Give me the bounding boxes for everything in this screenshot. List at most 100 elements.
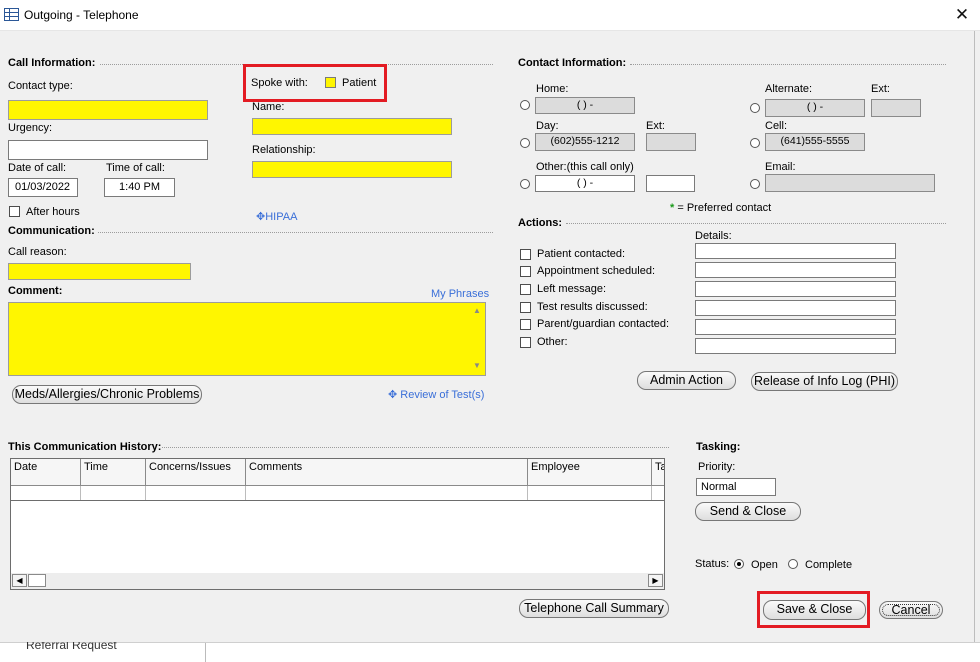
- name-field[interactable]: [252, 118, 452, 135]
- comment-scrollbar[interactable]: ▲ ▼: [470, 303, 485, 375]
- my-phrases-link[interactable]: My Phrases: [431, 288, 489, 300]
- other-action-label: Other:: [537, 336, 568, 348]
- scroll-down-icon[interactable]: ▼: [473, 361, 481, 370]
- alternate-ext-field[interactable]: [871, 99, 921, 117]
- appointment-scheduled-details[interactable]: [695, 262, 896, 278]
- parent-guardian-checkbox[interactable]: [520, 319, 531, 330]
- time-of-call-field[interactable]: 1:40 PM: [104, 178, 175, 197]
- column-header-date[interactable]: Date: [11, 459, 81, 486]
- column-header-task[interactable]: Ta: [652, 459, 664, 486]
- patient-checkbox[interactable]: [325, 77, 336, 88]
- other-action-details[interactable]: [695, 338, 896, 354]
- urgency-label: Urgency:: [8, 122, 53, 134]
- time-of-call-label: Time of call:: [106, 162, 165, 174]
- day-preferred-radio[interactable]: [520, 138, 530, 148]
- communication-separator: [98, 232, 493, 233]
- alternate-ext-label: Ext:: [871, 83, 890, 95]
- send-and-close-button[interactable]: Send & Close: [695, 502, 801, 521]
- tasking-heading: Tasking:: [696, 441, 741, 453]
- other-phone-field[interactable]: ( ) -: [535, 175, 635, 192]
- comment-textarea[interactable]: [8, 302, 486, 376]
- details-label: Details:: [695, 230, 732, 242]
- other-label-text: Other:: [536, 161, 567, 173]
- other-ext-field[interactable]: [646, 175, 695, 192]
- contact-info-separator: [630, 64, 946, 65]
- call-reason-label: Call reason:: [8, 246, 67, 258]
- call-info-heading: Call Information:: [8, 57, 96, 69]
- alternate-phone-field[interactable]: ( ) -: [765, 99, 865, 117]
- actions-heading: Actions:: [518, 217, 562, 229]
- column-header-comments[interactable]: Comments: [246, 459, 528, 486]
- scroll-right-icon[interactable]: ▶: [648, 574, 663, 587]
- status-open-label: Open: [751, 559, 778, 571]
- actions-separator: [566, 223, 946, 224]
- background-divider: [205, 643, 206, 662]
- comment-label: Comment:: [8, 285, 63, 297]
- relationship-label: Relationship:: [252, 144, 316, 156]
- close-icon[interactable]: ✕: [950, 4, 974, 26]
- cell-phone-field[interactable]: (641)555-5555: [765, 133, 865, 151]
- table-cell: [81, 486, 146, 500]
- diamond-icon: ✥: [388, 389, 398, 401]
- scroll-up-icon[interactable]: ▲: [473, 306, 481, 315]
- home-label: Home:: [536, 83, 569, 95]
- alternate-preferred-radio[interactable]: [750, 103, 760, 113]
- window-icon: [4, 8, 19, 21]
- history-grid[interactable]: Date Time Concerns/Issues Comments Emplo…: [10, 458, 665, 590]
- preferred-contact-legend: * = Preferred contact: [670, 202, 771, 214]
- preferred-text: = Preferred contact: [677, 202, 772, 214]
- table-cell: [11, 486, 81, 500]
- left-message-details[interactable]: [695, 281, 896, 297]
- priority-field[interactable]: Normal: [696, 478, 776, 496]
- review-tests-link[interactable]: ✥ Review of Test(s): [388, 388, 484, 401]
- save-and-close-button[interactable]: Save & Close: [763, 600, 866, 620]
- call-reason-field[interactable]: [8, 263, 191, 280]
- meds-allergies-button[interactable]: Meds/Allergies/Chronic Problems: [12, 385, 202, 404]
- day-ext-field[interactable]: [646, 133, 696, 151]
- other-label: Other:(this call only): [536, 161, 634, 173]
- test-results-checkbox[interactable]: [520, 302, 531, 313]
- name-label: Name:: [252, 101, 285, 113]
- cell-preferred-radio[interactable]: [750, 138, 760, 148]
- patient-contacted-checkbox[interactable]: [520, 249, 531, 260]
- table-row[interactable]: [11, 486, 664, 501]
- admin-action-button[interactable]: Admin Action: [637, 371, 736, 390]
- parent-guardian-details[interactable]: [695, 319, 896, 335]
- after-hours-checkbox[interactable]: [9, 206, 20, 217]
- other-preferred-radio[interactable]: [520, 179, 530, 189]
- telephone-call-summary-button[interactable]: Telephone Call Summary: [519, 599, 669, 618]
- title-bar: Outgoing - Telephone ✕: [0, 0, 980, 31]
- horizontal-scrollbar[interactable]: ◀ ▶: [11, 573, 664, 589]
- hipaa-link[interactable]: ✥HIPAA: [256, 210, 297, 223]
- date-of-call-field[interactable]: 01/03/2022: [8, 178, 78, 197]
- home-preferred-radio[interactable]: [520, 100, 530, 110]
- status-complete-radio[interactable]: [788, 559, 798, 569]
- table-cell: [246, 486, 528, 500]
- contact-type-field[interactable]: [8, 100, 208, 120]
- patient-contacted-details[interactable]: [695, 243, 896, 259]
- cancel-button[interactable]: Cancel: [879, 601, 943, 619]
- alternate-label: Alternate:: [765, 83, 813, 95]
- relationship-field[interactable]: [252, 161, 452, 178]
- after-hours-label: After hours: [26, 206, 80, 218]
- test-results-details[interactable]: [695, 300, 896, 316]
- release-of-info-log-button[interactable]: Release of Info Log (PHI): [751, 372, 898, 391]
- day-label: Day:: [536, 120, 559, 132]
- email-field[interactable]: [765, 174, 935, 192]
- scroll-left-icon[interactable]: ◀: [12, 574, 27, 587]
- column-header-employee[interactable]: Employee: [528, 459, 652, 486]
- contact-type-label: Contact type:: [8, 80, 73, 92]
- urgency-field[interactable]: [8, 140, 208, 160]
- home-phone-field[interactable]: ( ) -: [535, 97, 635, 114]
- day-phone-field[interactable]: (602)555-1212: [535, 133, 635, 151]
- status-complete-label: Complete: [805, 559, 853, 571]
- column-header-time[interactable]: Time: [81, 459, 146, 486]
- status-open-radio[interactable]: [734, 559, 744, 569]
- patient-contacted-label: Patient contacted:: [537, 248, 626, 260]
- left-message-checkbox[interactable]: [520, 284, 531, 295]
- other-action-checkbox[interactable]: [520, 337, 531, 348]
- appointment-scheduled-checkbox[interactable]: [520, 266, 531, 277]
- column-header-concerns[interactable]: Concerns/Issues: [146, 459, 246, 486]
- scrollbar-thumb[interactable]: [28, 574, 46, 587]
- email-preferred-radio[interactable]: [750, 179, 760, 189]
